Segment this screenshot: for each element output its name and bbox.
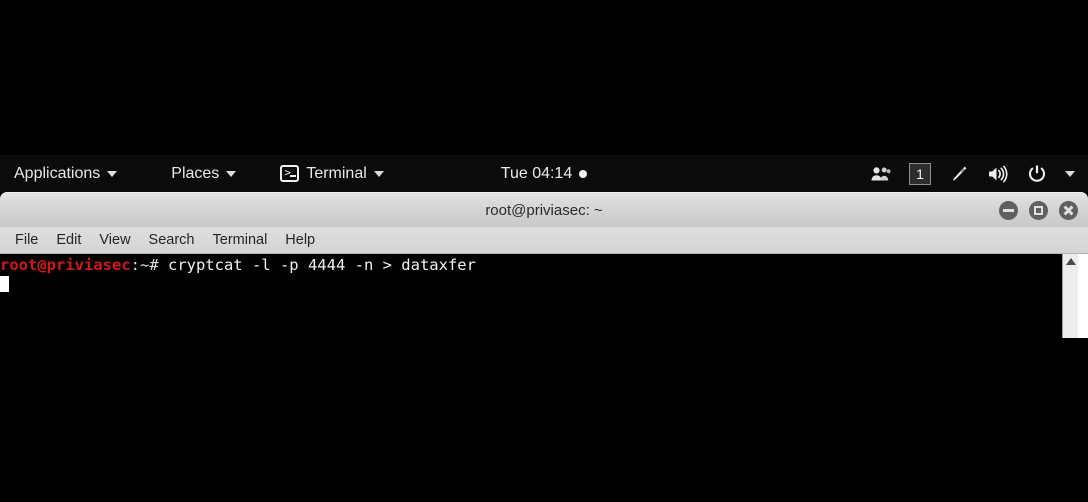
menu-item-file[interactable]: File	[6, 229, 47, 251]
notification-dot-icon[interactable]	[579, 169, 588, 178]
users-button[interactable]	[864, 159, 898, 189]
users-icon	[871, 166, 891, 180]
volume-icon	[989, 165, 1008, 182]
workspace-indicator-label: 1	[909, 162, 931, 185]
window-right-edge	[1078, 254, 1088, 338]
terminal-scrollbar[interactable]	[1062, 254, 1078, 338]
terminal-icon	[280, 164, 300, 182]
maximize-button[interactable]	[1029, 200, 1048, 220]
places-menu-label: Places	[171, 164, 220, 182]
minimize-button[interactable]	[999, 200, 1018, 220]
scroll-up-arrow-icon[interactable]	[1065, 258, 1076, 265]
terminal-screen[interactable]: root@priviasec:~# cryptcat -l -p 4444 -n…	[0, 254, 1088, 502]
power-button[interactable]	[1020, 159, 1054, 189]
applications-menu[interactable]: Applications	[3, 155, 128, 192]
prompt-path: :~#	[130, 256, 168, 274]
volume-button[interactable]	[980, 159, 1016, 189]
top-panel: Applications Places Terminal Tue 04:14 1	[0, 155, 1088, 192]
clock-label[interactable]: Tue 04:14	[501, 165, 572, 183]
chevron-down-icon	[107, 170, 118, 177]
chevron-down-icon	[1065, 170, 1075, 177]
menu-item-help[interactable]: Help	[276, 229, 324, 251]
window-titlebar[interactable]: root@priviasec: ~	[0, 192, 1088, 227]
terminal-cursor	[0, 276, 9, 292]
power-icon	[1028, 164, 1046, 182]
menu-item-edit[interactable]: Edit	[47, 229, 90, 251]
menubar: File Edit View Search Terminal Help	[0, 227, 1088, 254]
menu-item-search[interactable]: Search	[140, 229, 204, 251]
terminal-menu[interactable]: Terminal	[269, 155, 394, 192]
terminal-menu-label: Terminal	[306, 164, 367, 182]
brush-button[interactable]	[942, 159, 976, 189]
window-title: root@priviasec: ~	[485, 201, 603, 219]
system-menu-button[interactable]	[1058, 159, 1082, 189]
terminal-window: root@priviasec: ~ File Edit View Search …	[0, 192, 1088, 502]
window-controls	[999, 193, 1078, 227]
chevron-down-icon	[226, 170, 237, 177]
prompt-user: root@priviasec	[0, 256, 131, 274]
chevron-down-icon	[373, 170, 384, 177]
terminal-body: root@priviasec:~# cryptcat -l -p 4444 -n…	[0, 254, 1088, 502]
workspace-switcher[interactable]: 1	[902, 159, 938, 189]
menu-item-terminal[interactable]: Terminal	[204, 229, 277, 251]
places-menu[interactable]: Places	[160, 155, 247, 192]
close-button[interactable]	[1059, 200, 1078, 220]
brush-icon	[953, 166, 967, 180]
terminal-command-line: cryptcat -l -p 4444 -n > dataxfer	[167, 256, 476, 274]
applications-menu-label: Applications	[14, 164, 101, 182]
menu-item-view[interactable]: View	[90, 229, 139, 251]
system-tray: 1	[864, 155, 1082, 192]
